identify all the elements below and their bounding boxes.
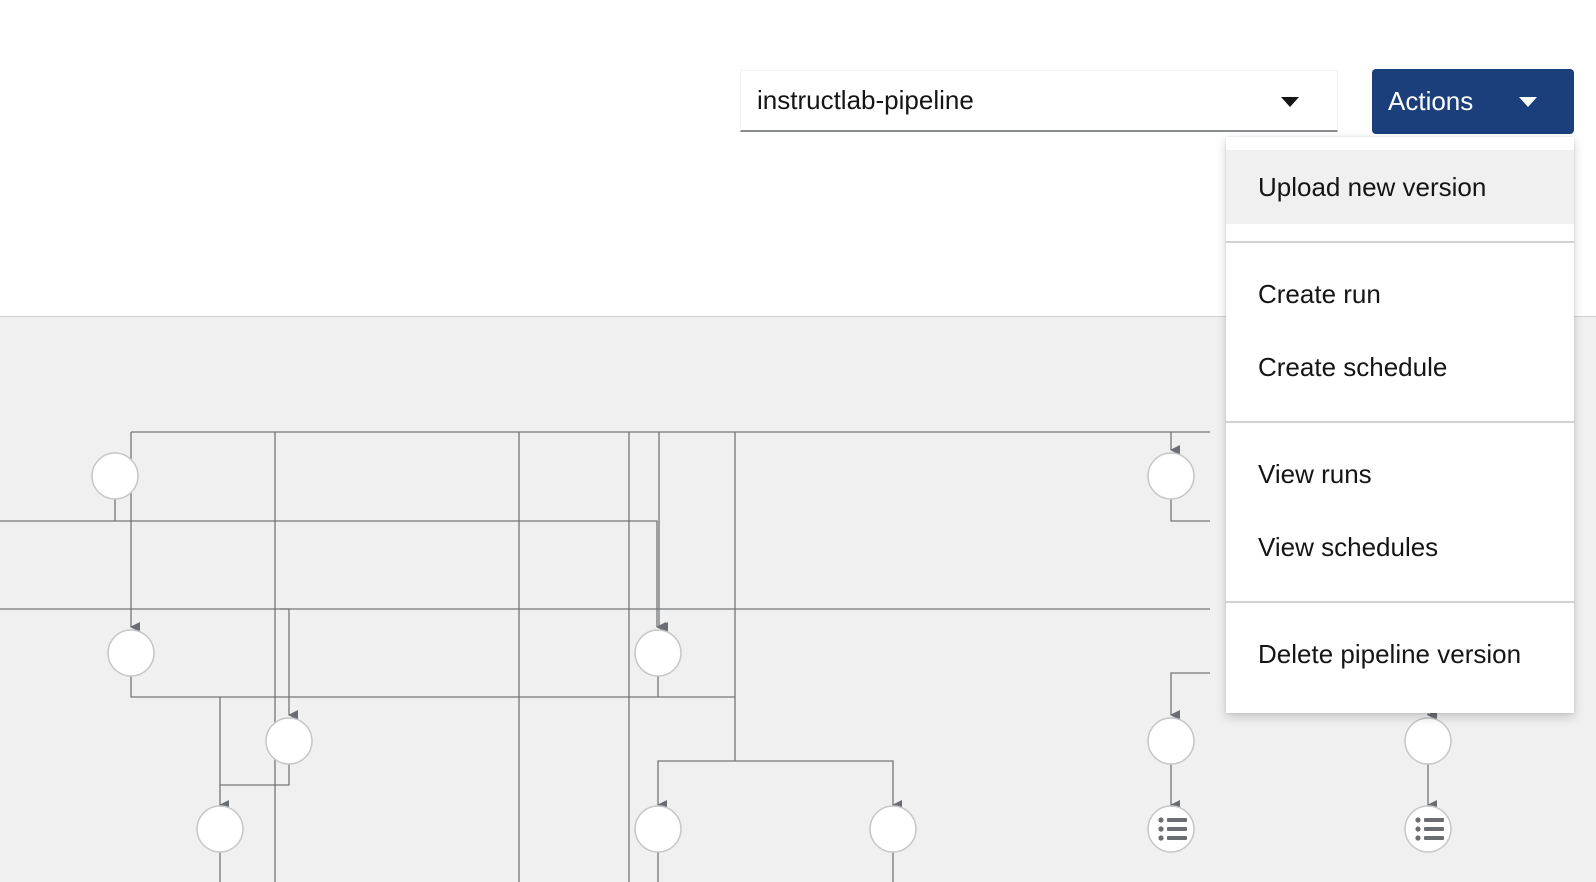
graph-node[interactable] bbox=[107, 629, 155, 677]
menu-item-create-run[interactable]: Create run bbox=[1226, 257, 1574, 331]
actions-dropdown-menu: Upload new version Create run Create sch… bbox=[1226, 137, 1574, 713]
graph-node[interactable] bbox=[1404, 717, 1452, 765]
graph-node[interactable] bbox=[869, 805, 917, 853]
menu-item-delete-pipeline-version[interactable]: Delete pipeline version bbox=[1226, 617, 1574, 691]
menu-item-view-schedules[interactable]: View schedules bbox=[1226, 510, 1574, 584]
graph-node[interactable] bbox=[91, 452, 139, 500]
menu-item-upload-new-version[interactable]: Upload new version bbox=[1226, 150, 1574, 224]
menu-item-view-runs[interactable]: View runs bbox=[1226, 437, 1574, 511]
actions-button[interactable]: Actions bbox=[1372, 69, 1574, 134]
pipeline-version-select[interactable]: instructlab-pipeline bbox=[740, 70, 1338, 132]
graph-node[interactable] bbox=[265, 717, 313, 765]
graph-node[interactable] bbox=[196, 805, 244, 853]
graph-node[interactable] bbox=[634, 805, 682, 853]
menu-divider bbox=[1226, 601, 1574, 603]
menu-divider bbox=[1226, 241, 1574, 243]
graph-node[interactable] bbox=[1147, 717, 1195, 765]
list-icon bbox=[1415, 817, 1444, 841]
menu-item-create-schedule[interactable]: Create schedule bbox=[1226, 330, 1574, 404]
caret-down-icon bbox=[1519, 97, 1537, 107]
actions-button-label: Actions bbox=[1388, 86, 1474, 116]
list-icon bbox=[1158, 817, 1187, 841]
graph-node[interactable] bbox=[1147, 452, 1195, 500]
caret-down-icon bbox=[1281, 97, 1299, 107]
graph-node[interactable] bbox=[634, 629, 682, 677]
menu-divider bbox=[1226, 421, 1574, 423]
pipeline-version-value: instructlab-pipeline bbox=[757, 85, 974, 115]
